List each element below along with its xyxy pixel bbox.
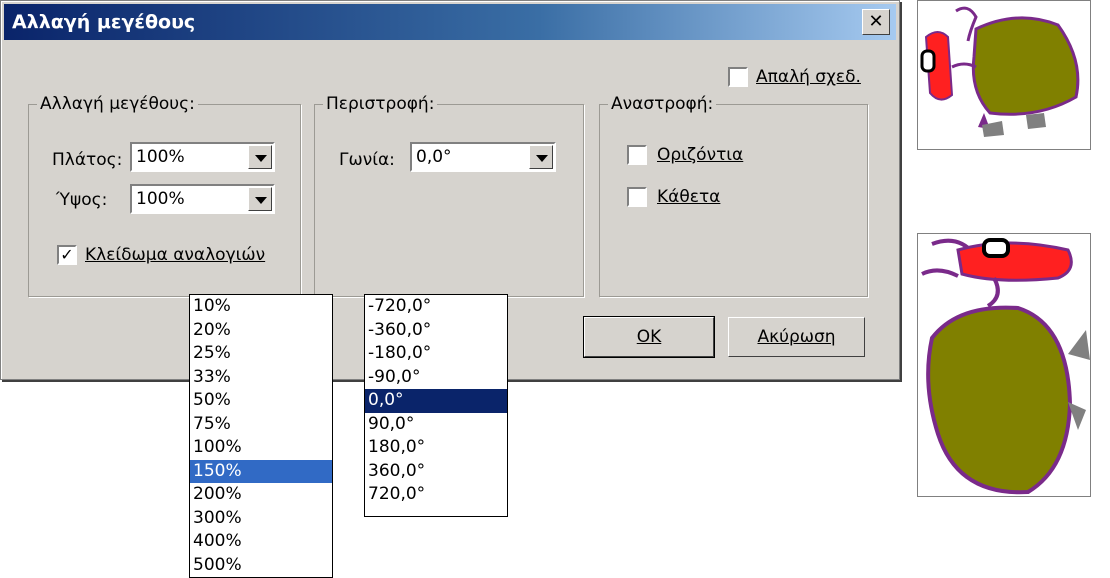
angle-option[interactable]: 90,0° <box>365 413 507 437</box>
cancel-button[interactable]: Ακύρωση <box>728 317 865 357</box>
close-button[interactable]: ✕ <box>862 9 890 35</box>
size-option[interactable]: 100% <box>190 436 332 460</box>
title-bar[interactable]: Αλλαγή μεγέθους ✕ <box>4 4 896 40</box>
height-value: 100% <box>136 189 185 209</box>
angle-option[interactable]: -180,0° <box>365 342 507 366</box>
angle-label: Γωνία: <box>339 150 395 170</box>
size-option[interactable]: 25% <box>190 342 332 366</box>
height-dropdown-arrow-icon[interactable] <box>248 187 272 211</box>
flip-horizontal-label[interactable]: Οριζόντια <box>657 144 743 166</box>
angle-value: 0,0° <box>416 147 452 167</box>
size-option[interactable]: 75% <box>190 413 332 437</box>
ok-button[interactable]: OK <box>583 316 715 358</box>
lock-ratio-label-text: Κλείδωμα αναλογιών <box>85 245 266 265</box>
flip-horizontal-checkbox[interactable] <box>627 145 647 165</box>
rotate-group: Περιστροφή: Γωνία: 0,0° <box>314 93 584 297</box>
size-option[interactable]: 20% <box>190 319 332 343</box>
height-combo[interactable]: 100% <box>130 184 275 214</box>
flip-vertical-label-text: Κάθετα <box>657 187 721 207</box>
flip-group: Αναστροφή: Οριζόντια Κάθετα <box>599 93 868 297</box>
angle-option[interactable]: 0,0° <box>365 389 507 413</box>
width-value: 100% <box>136 147 185 167</box>
ladybug-icon <box>920 6 1080 137</box>
size-option[interactable]: 200% <box>190 483 332 507</box>
ok-button-label: OK <box>636 327 662 347</box>
size-option[interactable]: 33% <box>190 366 332 390</box>
flip-group-legend: Αναστροφή: <box>608 93 717 115</box>
resize-group-legend: Αλλαγή μεγέθους: <box>37 93 198 115</box>
angle-combo[interactable]: 0,0° <box>410 142 556 172</box>
dialog-title: Αλλαγή μεγέθους <box>12 11 196 33</box>
angle-dropdown-list[interactable]: -720,0° -360,0° -180,0° -90,0° 0,0° 90,0° 180,… <box>364 294 508 517</box>
size-dropdown-list[interactable]: 10% 20% 25% 33% 50% 75% 100% 150% 200% 300% 400% 50… <box>189 294 333 578</box>
angle-option[interactable]: -720,0° <box>365 295 507 319</box>
height-label: Ύψος: <box>56 190 108 210</box>
rotate-group-legend: Περιστροφή: <box>323 93 438 115</box>
width-dropdown-arrow-icon[interactable] <box>248 145 272 169</box>
angle-option[interactable]: -90,0° <box>365 366 507 390</box>
flip-horizontal-label-text: Οριζόντια <box>657 145 744 165</box>
smooth-label[interactable]: Απαλή σχεδ. <box>756 66 861 88</box>
angle-option[interactable]: 720,0° <box>365 483 507 507</box>
size-option[interactable]: 400% <box>190 530 332 554</box>
smooth-checkbox[interactable] <box>728 67 748 87</box>
smooth-label-text: Απαλή σχεδ. <box>756 67 861 87</box>
angle-option[interactable]: -360,0° <box>365 319 507 343</box>
size-option[interactable]: 500% <box>190 554 332 578</box>
width-combo[interactable]: 100% <box>130 142 275 172</box>
flip-vertical-label[interactable]: Κάθετα <box>657 186 720 208</box>
size-option[interactable]: 10% <box>190 295 332 319</box>
lock-ratio-label[interactable]: Κλείδωμα αναλογιών <box>85 244 265 266</box>
resize-group: Αλλαγή μεγέθους: Πλάτος: 100% Ύψος: 100%… <box>28 93 301 297</box>
angle-option[interactable]: 180,0° <box>365 436 507 460</box>
width-label: Πλάτος: <box>52 150 123 170</box>
lock-ratio-checkbox[interactable]: ✓ <box>57 245 77 265</box>
flip-vertical-checkbox[interactable] <box>627 187 647 207</box>
angle-dropdown-arrow-icon[interactable] <box>529 145 553 169</box>
resized-image-preview <box>917 233 1091 497</box>
size-option[interactable]: 300% <box>190 507 332 531</box>
angle-option[interactable]: 360,0° <box>365 460 507 484</box>
size-option[interactable]: 150% <box>190 459 332 483</box>
cancel-button-label: Ακύρωση <box>757 327 836 347</box>
size-option[interactable]: 50% <box>190 389 332 413</box>
original-image-preview <box>917 0 1091 150</box>
ladybug-enlarged-icon <box>921 238 1090 495</box>
